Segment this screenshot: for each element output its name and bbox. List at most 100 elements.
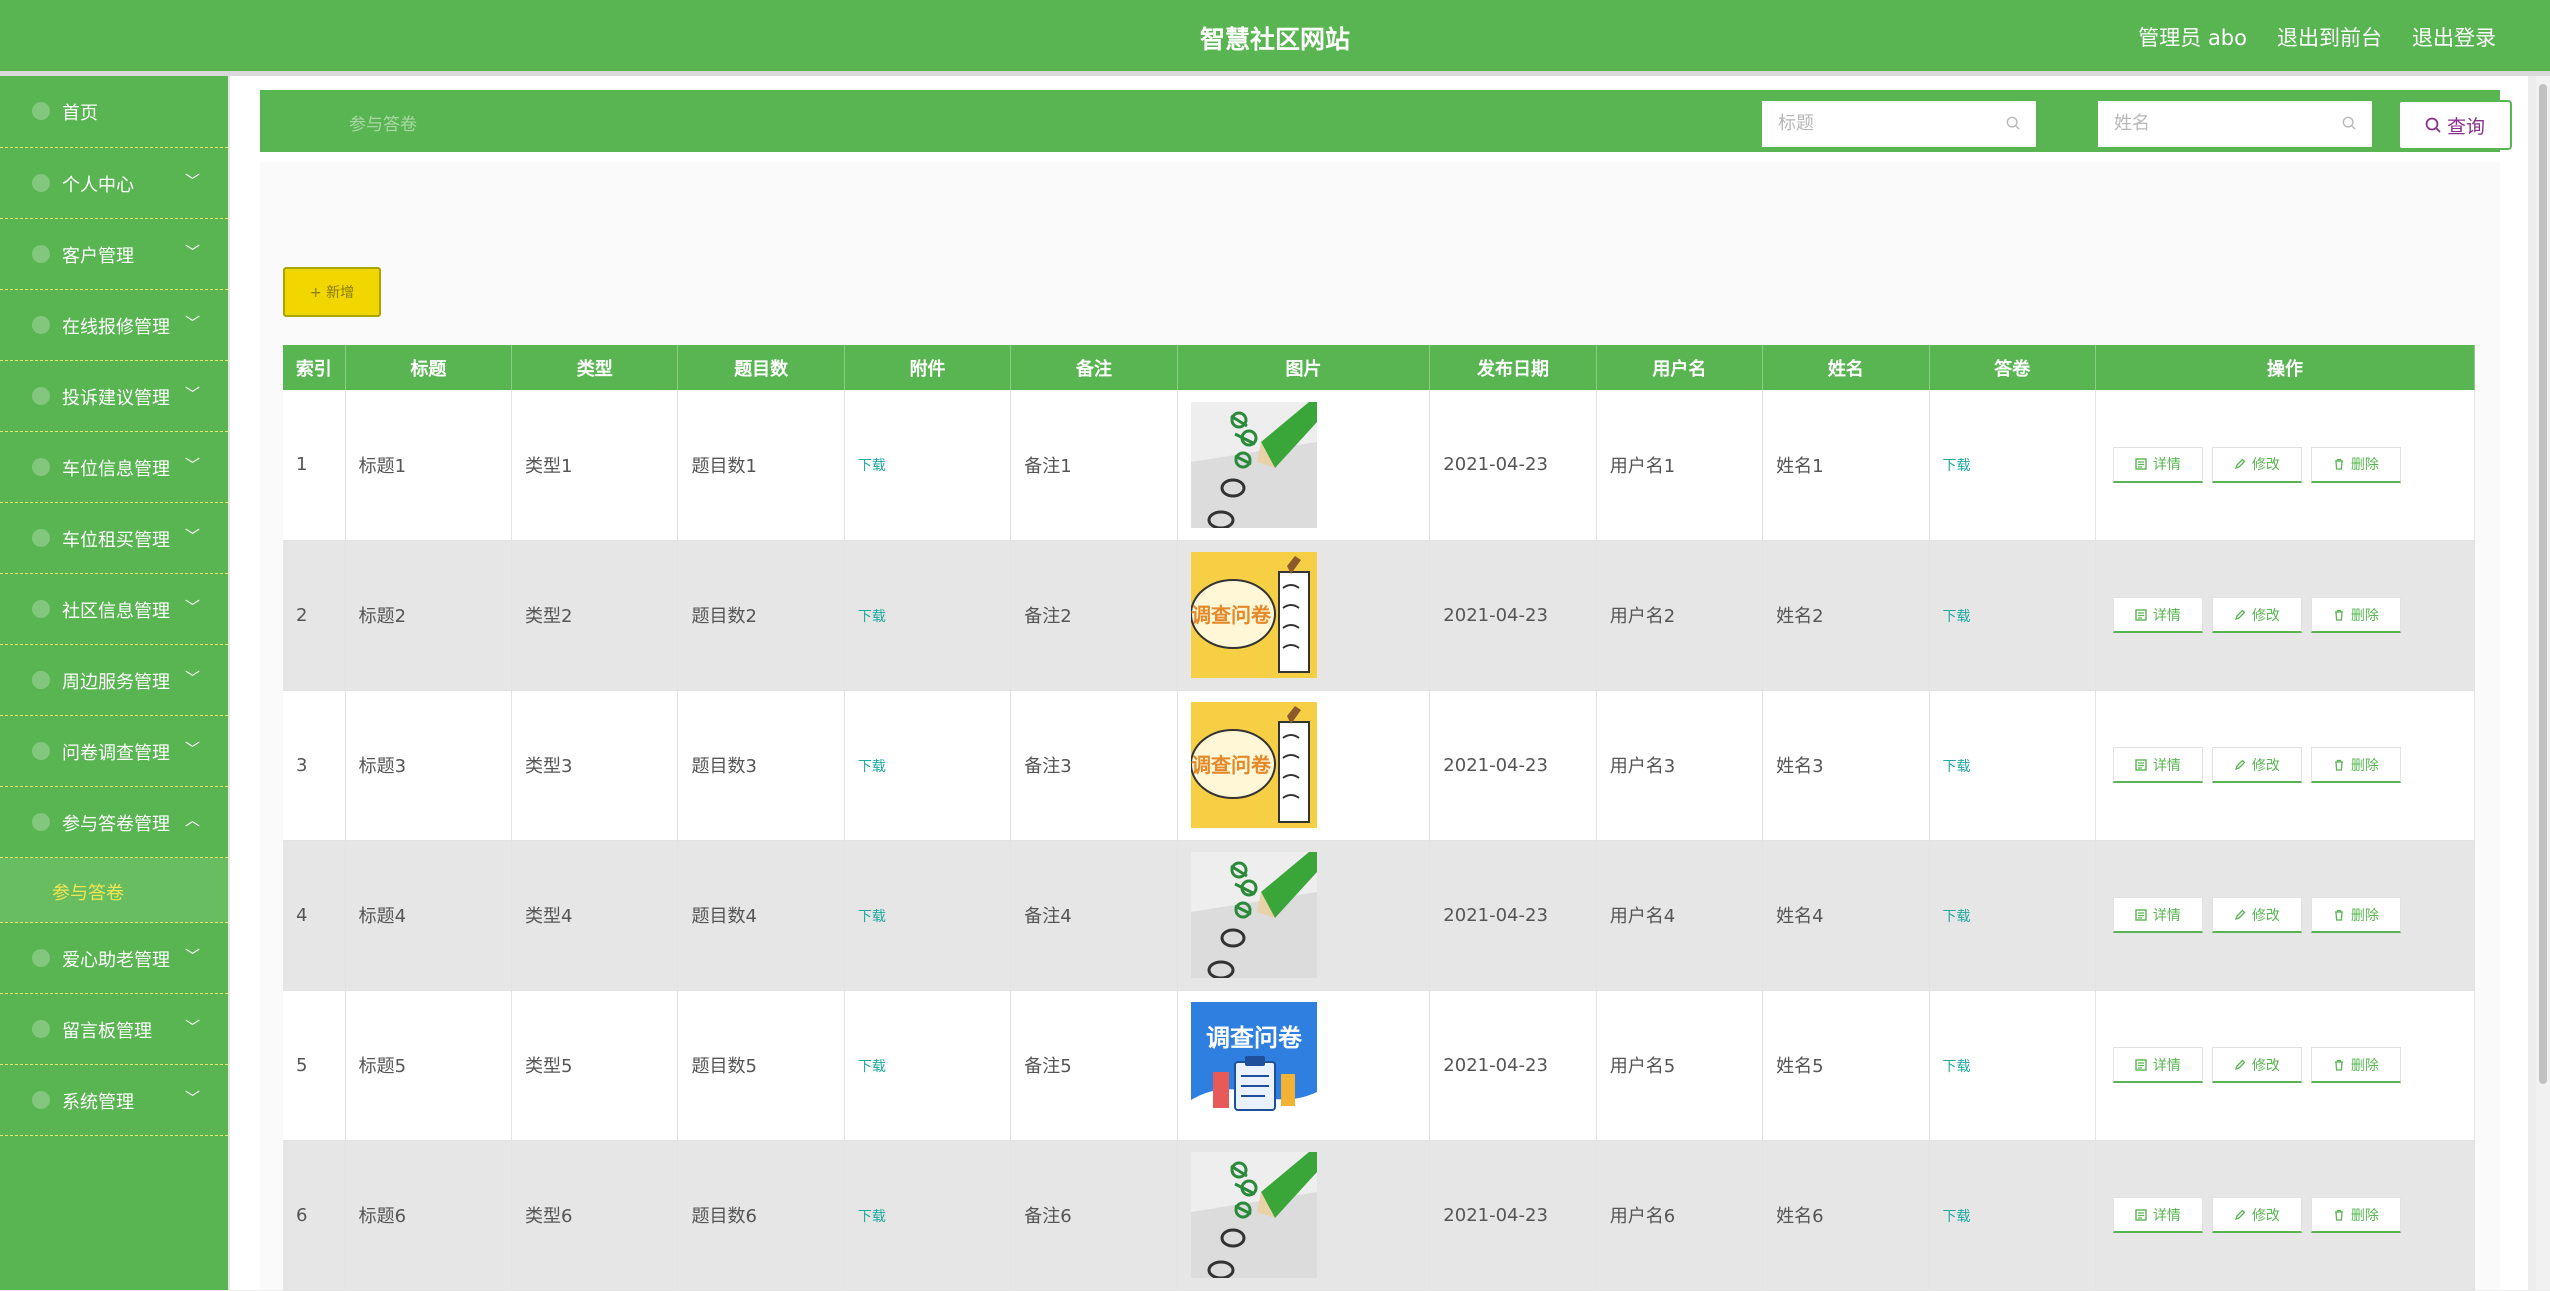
cell-name: 姓名2 [1762,540,1930,691]
details-button[interactable]: 详情 [2112,747,2203,783]
attachment-download-link[interactable]: 下载 [858,609,886,625]
edit-button[interactable]: 修改 [2211,1197,2302,1233]
menu-icon [32,529,50,547]
sidebar-item[interactable]: 个人中心 ﹀ [0,148,228,219]
exit-to-frontend-link[interactable]: 退出到前台 [2277,22,2382,52]
sidebar-item[interactable]: 系统管理 ﹀ [0,1065,228,1136]
cell-date-text: 2021-04-23 [1443,904,1548,926]
cell-image [1177,840,1431,991]
column-header: 姓名 [1762,345,1930,390]
sidebar-item[interactable]: 车位信息管理 ﹀ [0,432,228,503]
column-header: 索引 [283,345,346,390]
edit-button[interactable]: 修改 [2211,897,2302,933]
row-actions: 详情 修改 删除 [2109,747,2474,783]
details-button[interactable]: 详情 [2112,1047,2203,1083]
edit-icon [2234,1059,2246,1070]
sidebar-item[interactable]: 爱心助老管理 ﹀ [0,923,228,994]
cell-type: 类型3 [511,690,679,841]
scrollbar[interactable] [2536,76,2550,1290]
attachment-download-link[interactable]: 下载 [858,1059,886,1075]
query-button[interactable]: 查询 [2398,100,2512,150]
admin-user-link[interactable]: 管理员 abo [2138,22,2247,52]
cell-title: 标题1 [345,390,513,541]
cell-title: 标题6 [345,1140,513,1291]
cell-type-text: 类型4 [525,906,573,927]
chevron-down-icon: ﹀ [184,740,200,758]
details-button[interactable]: 详情 [2112,446,2203,483]
answer-download-link[interactable]: 下载 [1943,458,1971,474]
attachment-download-link[interactable]: 下载 [858,1209,886,1225]
cell-image: 调查问卷 [1177,990,1431,1141]
sidebar-item[interactable]: 问卷调查管理 ﹀ [0,716,228,787]
cell-note-text: 备注4 [1024,906,1072,927]
cell-attachment: 下载 [844,990,1012,1141]
chevron-down-icon: ﹀ [184,1018,200,1036]
sidebar-item[interactable]: 留言板管理 ﹀ [0,994,228,1065]
sidebar-item[interactable]: 车位租买管理 ﹀ [0,503,228,574]
cell-note-text: 备注5 [1024,1056,1072,1077]
delete-button[interactable]: 删除 [2310,747,2401,783]
edit-button-label: 修改 [2251,1207,2280,1224]
cell-title: 标题4 [345,840,513,991]
details-button[interactable]: 详情 [2112,597,2203,633]
logout-link[interactable]: 退出登录 [2412,22,2496,52]
cell-index: 1 [283,390,346,541]
attachment-download-link[interactable]: 下载 [858,909,886,925]
cell-count: 题目数2 [677,540,845,691]
sidebar-item-label: 周边服务管理 [62,672,170,693]
column-header: 附件 [844,345,1012,390]
edit-button[interactable]: 修改 [2211,747,2302,783]
delete-icon [2334,909,2343,921]
sidebar-item[interactable]: 参与答卷管理 ︿ [0,787,228,858]
menu-icon [32,742,50,760]
cell-title-text: 标题5 [358,1056,407,1077]
add-button[interactable]: + 新增 [283,267,381,317]
menu-icon [32,600,50,618]
cell-index: 6 [283,1140,346,1291]
cell-title: 标题5 [345,990,513,1141]
title-search-field [1762,101,2036,149]
scrollbar-thumb[interactable] [2539,84,2547,1084]
delete-button[interactable]: 删除 [2310,597,2401,633]
answer-download-link[interactable]: 下载 [1943,759,1971,775]
menu-icon [32,387,50,405]
edit-button[interactable]: 修改 [2211,1047,2302,1083]
cell-type-text: 类型2 [525,606,573,627]
sidebar-item[interactable]: 社区信息管理 ﹀ [0,574,228,645]
breadcrumb[interactable]: 参与答卷 [349,110,417,135]
survey-image: 调查问卷 [1190,552,1317,678]
sidebar-item[interactable]: 周边服务管理 ﹀ [0,645,228,716]
title-search-input[interactable] [1762,101,2000,145]
sidebar-item[interactable]: 在线报修管理 ﹀ [0,290,228,361]
chevron-up-icon: ︿ [184,811,200,829]
cell-title-text: 标题1 [358,455,407,477]
delete-button[interactable]: 删除 [2310,446,2401,483]
name-search-input[interactable] [2098,101,2336,145]
delete-button[interactable]: 删除 [2310,1197,2401,1233]
attachment-download-link[interactable]: 下载 [858,759,886,775]
answer-download-link[interactable]: 下载 [1943,909,1971,925]
sidebar-subitem-answers[interactable]: 参与答卷 [0,858,228,923]
answer-download-link[interactable]: 下载 [1943,1209,1971,1225]
cell-date: 2021-04-23 [1429,990,1597,1141]
answer-download-link[interactable]: 下载 [1943,1059,1971,1075]
cell-index-text: 4 [296,904,308,926]
row-actions: 详情 修改 删除 [2109,597,2474,633]
cell-index-text: 2 [296,604,308,626]
answer-download-link[interactable]: 下载 [1943,609,1971,625]
cell-count: 题目数3 [677,690,845,841]
sidebar-item[interactable]: 客户管理 ﹀ [0,219,228,290]
sidebar-item[interactable]: 投诉建议管理 ﹀ [0,361,228,432]
sidebar-item[interactable]: 首页 [0,76,228,148]
details-button[interactable]: 详情 [2112,897,2203,933]
delete-button[interactable]: 删除 [2310,897,2401,933]
column-header: 操作 [2095,345,2476,390]
details-button[interactable]: 详情 [2112,1197,2203,1233]
edit-button[interactable]: 修改 [2211,597,2302,633]
cell-title-text: 标题2 [358,606,407,627]
delete-button[interactable]: 删除 [2310,1047,2401,1083]
edit-button-label: 修改 [2251,607,2280,624]
edit-button[interactable]: 修改 [2211,446,2302,483]
attachment-download-link[interactable]: 下载 [858,458,886,474]
cell-name: 姓名1 [1762,390,1930,541]
